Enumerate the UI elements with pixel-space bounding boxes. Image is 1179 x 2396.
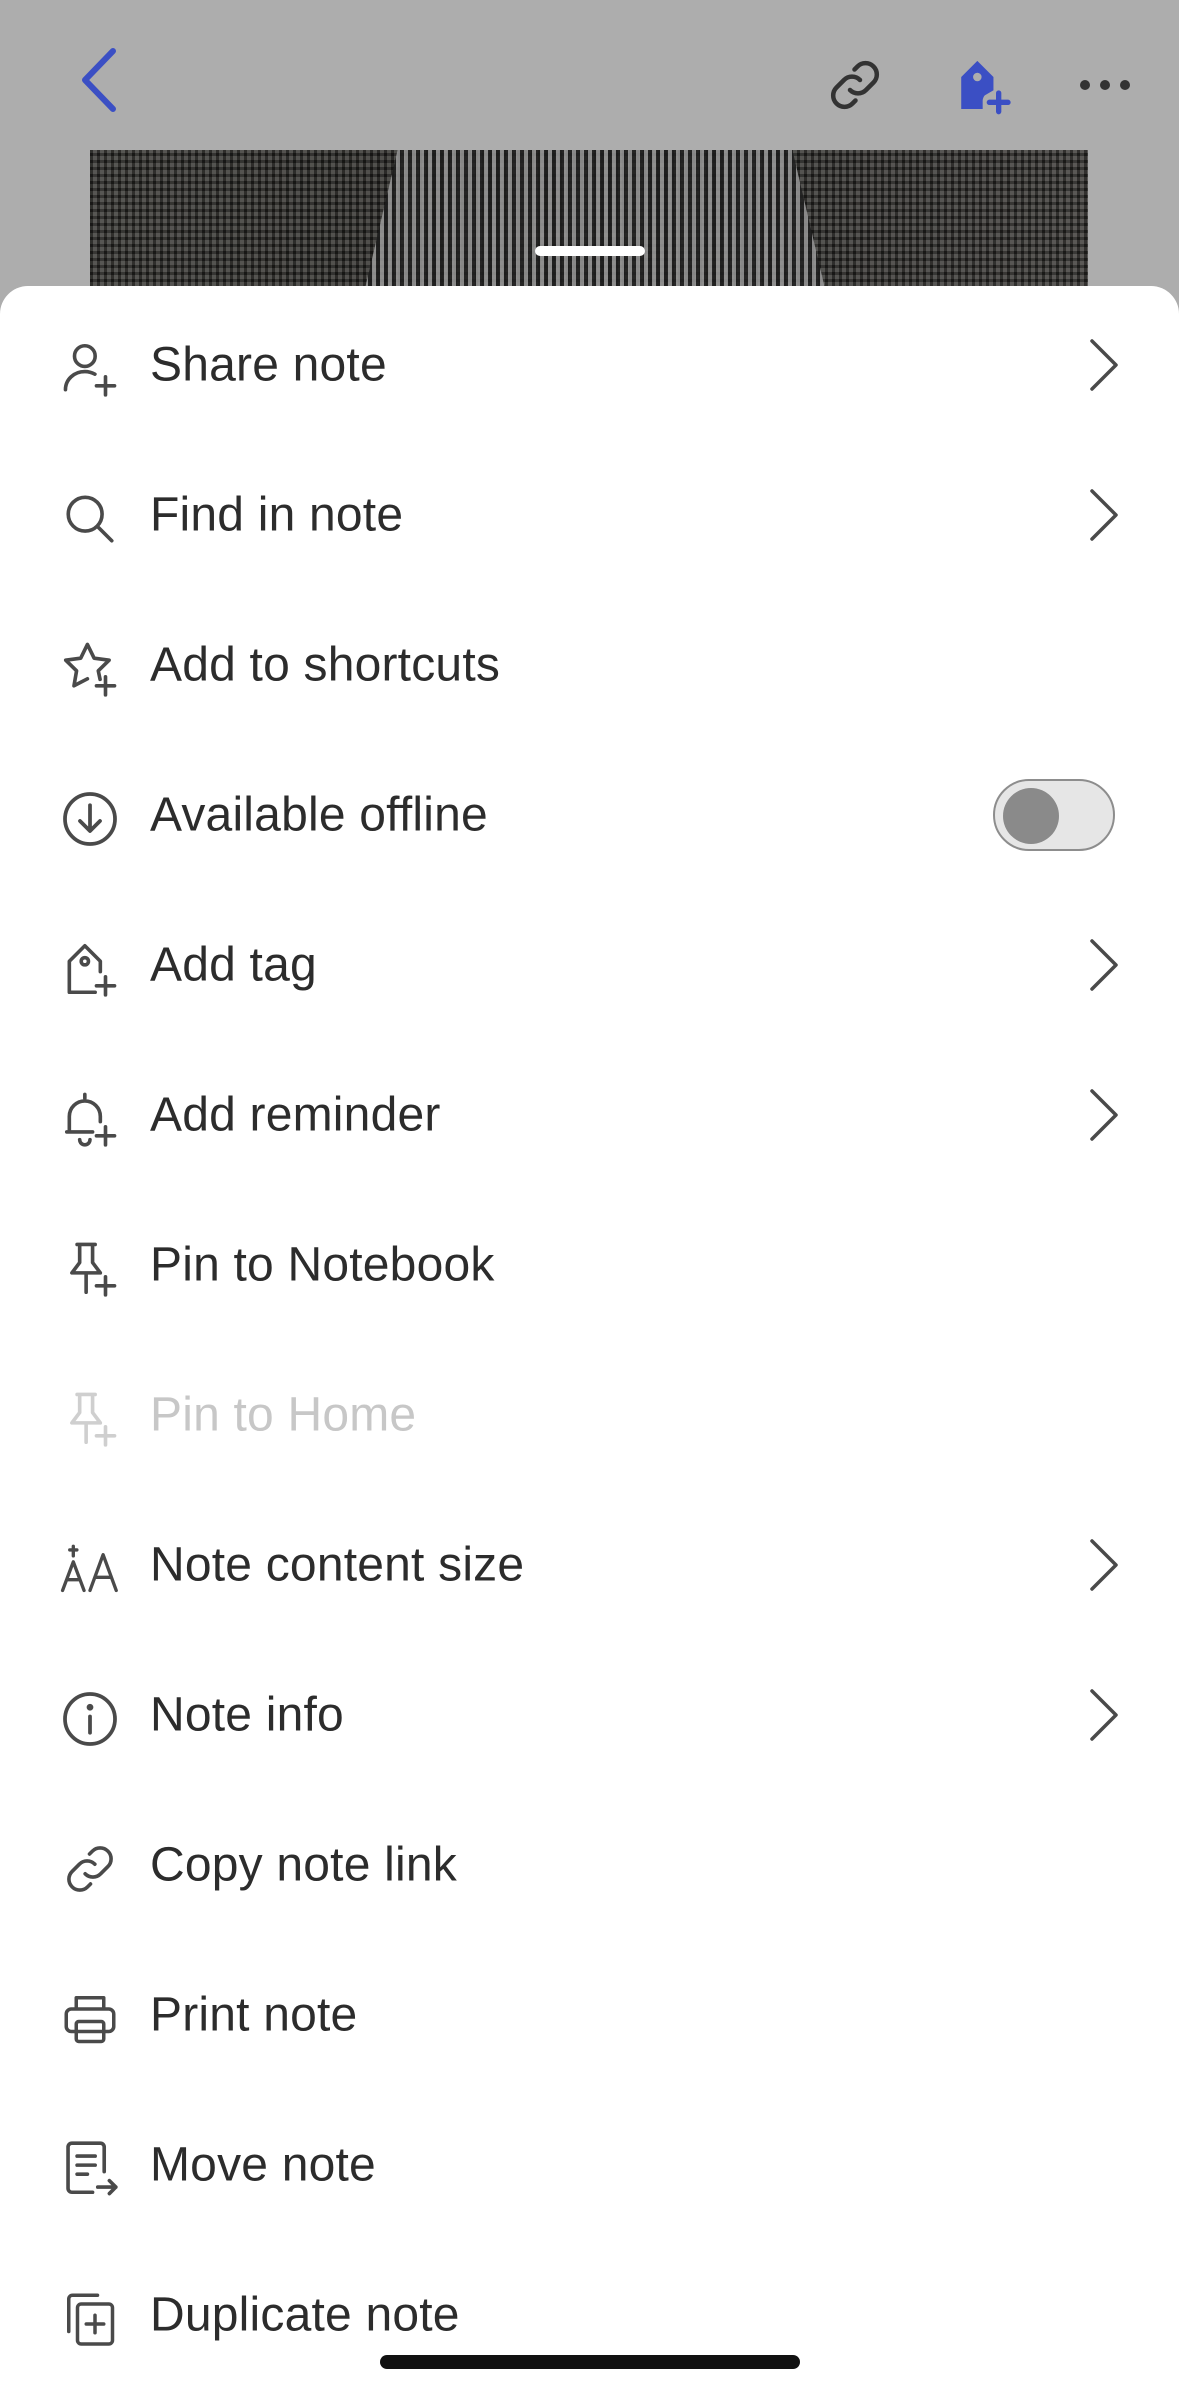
menu-item-add-to-shortcuts[interactable]: Add to shortcuts bbox=[0, 590, 1179, 740]
menu-item-note-content-size[interactable]: Note content size bbox=[0, 1490, 1179, 1640]
chevron-left-icon bbox=[75, 45, 125, 115]
menu-item-label: Add tag bbox=[150, 938, 317, 992]
chevron-right-icon bbox=[1078, 935, 1128, 995]
menu-item-label: Note content size bbox=[150, 1538, 525, 1592]
link-icon bbox=[825, 55, 885, 115]
link-icon bbox=[58, 1837, 122, 1901]
text-size-icon bbox=[58, 1537, 122, 1601]
menu-item-label: Print note bbox=[150, 1988, 358, 2042]
menu-item-move-note[interactable]: Move note bbox=[0, 2090, 1179, 2240]
copy-link-button[interactable] bbox=[810, 40, 900, 130]
menu-item-label: Copy note link bbox=[150, 1838, 457, 1892]
menu-item-label: Share note bbox=[150, 338, 387, 392]
offline-toggle[interactable] bbox=[993, 779, 1115, 851]
chevron-right-icon bbox=[1078, 1535, 1128, 1595]
menu-item-label: Available offline bbox=[150, 788, 488, 842]
tag-plus-icon bbox=[948, 53, 1012, 117]
menu-item-label: Find in note bbox=[150, 488, 404, 542]
menu-item-add-reminder[interactable]: Add reminder bbox=[0, 1040, 1179, 1190]
menu-item-note-info[interactable]: Note info bbox=[0, 1640, 1179, 1790]
pin-plus-icon bbox=[58, 1387, 122, 1451]
menu-item-label: Add reminder bbox=[150, 1088, 441, 1142]
chevron-right-icon bbox=[1078, 1085, 1128, 1145]
person-plus-icon bbox=[58, 337, 122, 401]
menu-item-label: Duplicate note bbox=[150, 2288, 460, 2342]
menu-item-label: Add to shortcuts bbox=[150, 638, 501, 692]
menu-item-pin-to-home: Pin to Home bbox=[0, 1340, 1179, 1490]
chevron-right-icon bbox=[1078, 1685, 1128, 1745]
screen: Share note Find in note Add to shortcuts bbox=[0, 0, 1179, 2396]
download-circle-icon bbox=[58, 787, 122, 851]
search-icon bbox=[58, 487, 122, 551]
add-tag-button[interactable] bbox=[935, 40, 1025, 130]
menu-item-share-note[interactable]: Share note bbox=[0, 290, 1179, 440]
chevron-right-icon bbox=[1078, 485, 1128, 545]
menu-item-print-note[interactable]: Print note bbox=[0, 1940, 1179, 2090]
menu-item-label: Note info bbox=[150, 1688, 344, 1742]
menu-item-label: Pin to Home bbox=[150, 1388, 417, 1442]
menu-item-label: Move note bbox=[150, 2138, 376, 2192]
more-button[interactable] bbox=[1060, 40, 1150, 130]
bell-plus-icon bbox=[58, 1087, 122, 1151]
toggle-knob bbox=[1003, 788, 1059, 844]
printer-icon bbox=[58, 1987, 122, 2051]
sheet-grabber[interactable] bbox=[535, 246, 645, 256]
chevron-right-icon bbox=[1078, 335, 1128, 395]
note-options-sheet: Share note Find in note Add to shortcuts bbox=[0, 286, 1179, 2396]
more-horizontal-icon bbox=[1075, 75, 1135, 95]
info-icon bbox=[58, 1687, 122, 1751]
menu-item-find-in-note[interactable]: Find in note bbox=[0, 440, 1179, 590]
back-button[interactable] bbox=[60, 40, 140, 120]
home-indicator[interactable] bbox=[380, 2355, 800, 2369]
star-plus-icon bbox=[58, 637, 122, 701]
note-toolbar bbox=[0, 0, 1179, 150]
move-note-icon bbox=[58, 2137, 122, 2201]
pin-plus-icon bbox=[58, 1237, 122, 1301]
menu-item-available-offline[interactable]: Available offline bbox=[0, 740, 1179, 890]
menu-item-label: Pin to Notebook bbox=[150, 1238, 495, 1292]
menu-item-pin-to-notebook[interactable]: Pin to Notebook bbox=[0, 1190, 1179, 1340]
duplicate-icon bbox=[58, 2287, 122, 2351]
menu-item-copy-note-link[interactable]: Copy note link bbox=[0, 1790, 1179, 1940]
menu-item-add-tag[interactable]: Add tag bbox=[0, 890, 1179, 1040]
tag-plus-icon bbox=[58, 937, 122, 1001]
